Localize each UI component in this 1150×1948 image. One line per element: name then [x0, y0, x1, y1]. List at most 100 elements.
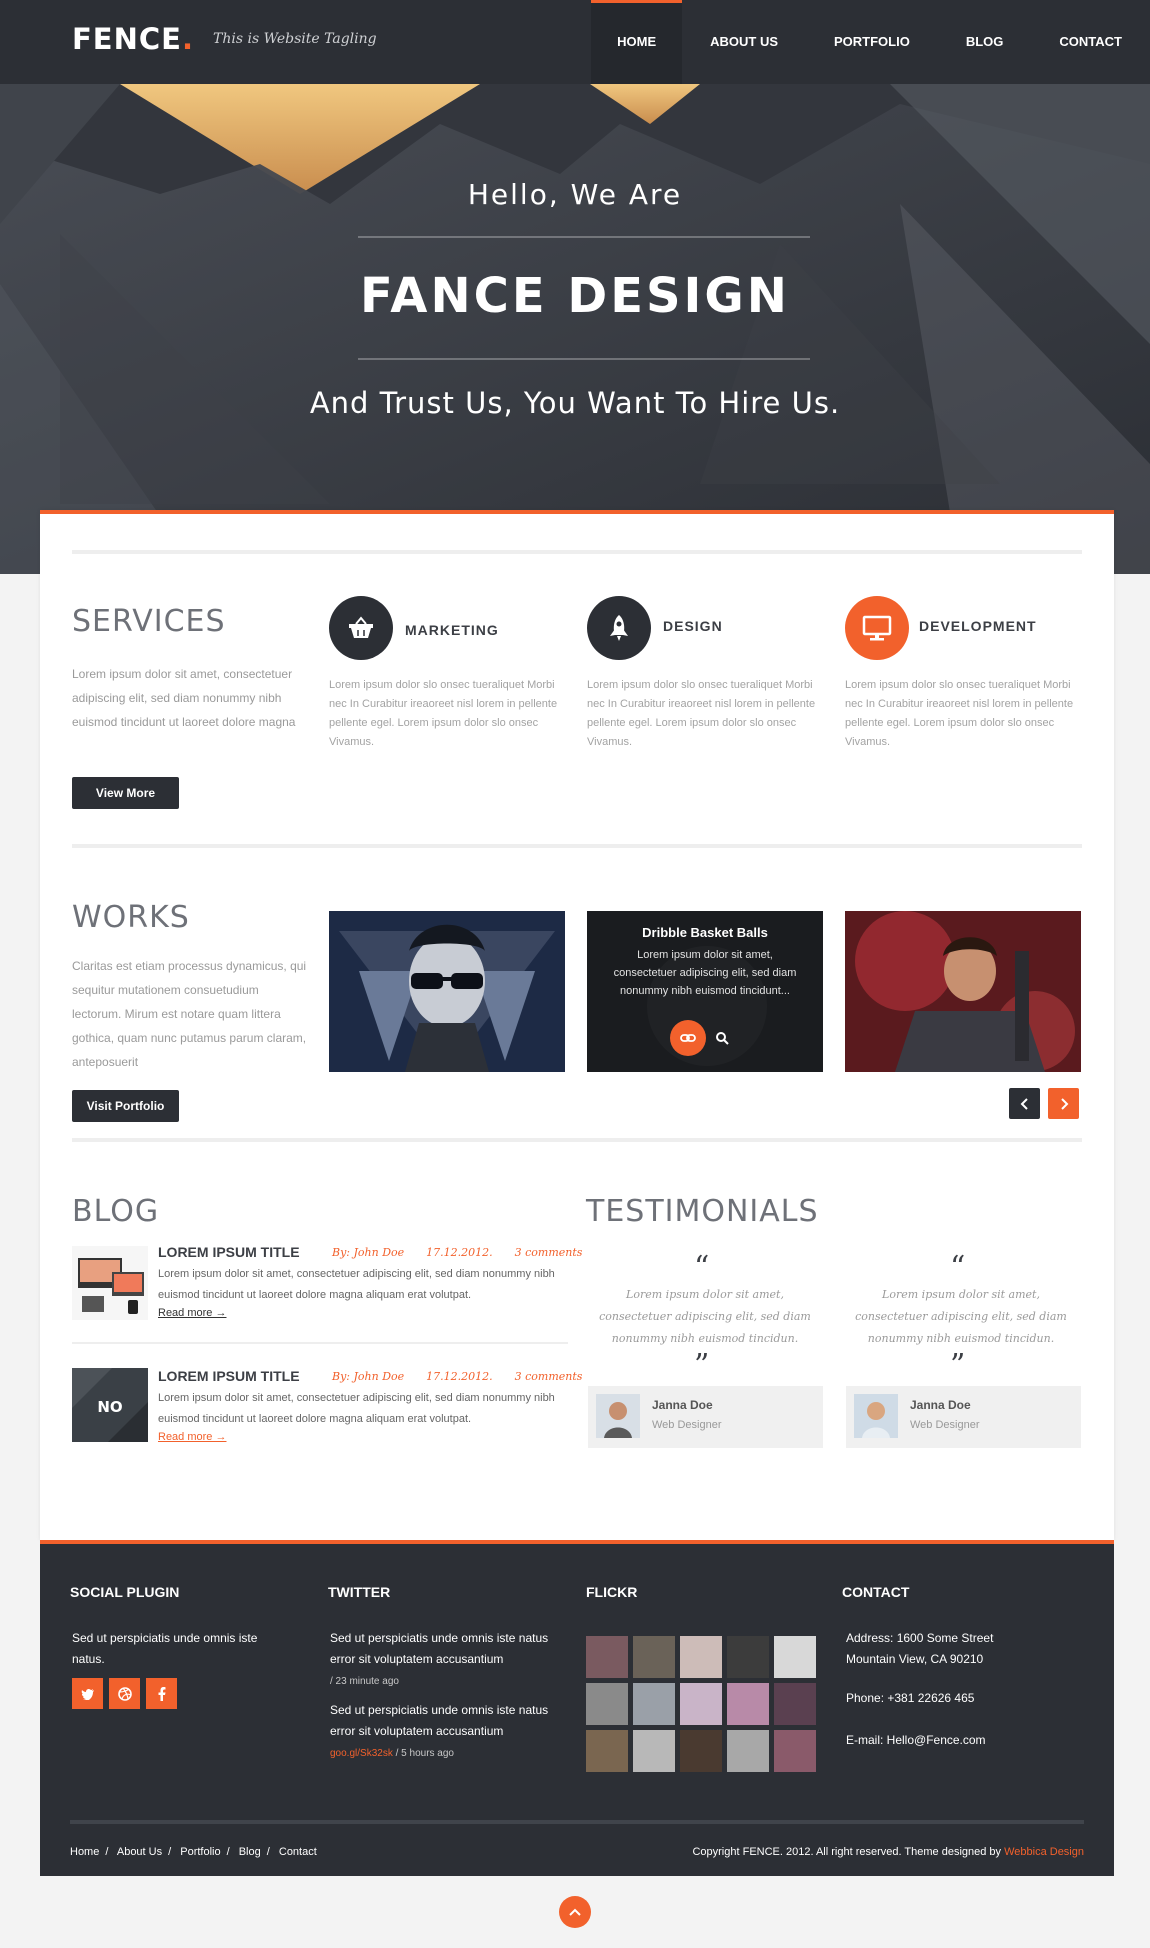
blog-post-thumbnail[interactable]: NO	[72, 1368, 148, 1442]
testimonial-name: Janna Doe	[910, 1398, 971, 1412]
blog-title: BLOG	[72, 1194, 160, 1229]
testimonial-author: Janna Doe Web Designer	[846, 1386, 1081, 1448]
close-quote-icon: ”	[694, 1348, 710, 1383]
flickr-photo[interactable]	[727, 1636, 769, 1678]
flickr-photo[interactable]	[586, 1636, 628, 1678]
contact-address: Address: 1600 Some Street Mountain View, …	[846, 1631, 994, 1666]
portrait-sunglasses-image	[329, 911, 565, 1072]
contact-email[interactable]: E-mail: Hello@Fence.com	[846, 1730, 986, 1751]
services-description: Lorem ipsum dolor sit amet, consectetuer…	[72, 667, 296, 729]
main-nav: HOME ABOUT US PORTFOLIO BLOG CONTACT	[591, 0, 1150, 84]
testimonials-title: TESTIMONIALS	[586, 1194, 819, 1229]
portfolio-item-description: Lorem ipsum dolor sit amet, consectetuer…	[613, 949, 797, 997]
close-quote-icon: ”	[950, 1348, 966, 1383]
dribbble-social-button[interactable]	[109, 1678, 140, 1709]
flickr-photo[interactable]	[774, 1683, 816, 1725]
monitor-icon	[862, 615, 892, 641]
nav-contact[interactable]: CONTACT	[1031, 0, 1150, 84]
flickr-photo[interactable]	[633, 1730, 675, 1772]
footer-nav-blog[interactable]: Blog	[239, 1846, 261, 1858]
portfolio-item-3[interactable]	[845, 911, 1081, 1072]
flickr-photo[interactable]	[633, 1683, 675, 1725]
flickr-photo[interactable]	[680, 1683, 722, 1725]
site-tagline: This is Website Tagling	[213, 31, 377, 47]
flickr-photo[interactable]	[586, 1730, 628, 1772]
flickr-photo[interactable]	[774, 1730, 816, 1772]
open-quote-icon: “	[694, 1250, 710, 1285]
dribbble-icon	[117, 1686, 132, 1701]
facebook-social-button[interactable]	[146, 1678, 177, 1709]
blog-post-title[interactable]: LOREM IPSUM TITLE	[158, 1244, 300, 1260]
services-title: SERVICES	[72, 604, 226, 639]
basket-icon	[349, 616, 373, 638]
view-more-button[interactable]: View More	[72, 777, 179, 809]
copyright-text: Copyright FENCE. 2012. All right reserve…	[692, 1846, 1084, 1858]
rocket-icon	[610, 615, 628, 641]
flickr-photo[interactable]	[680, 1730, 722, 1772]
link-button[interactable]	[670, 1020, 706, 1056]
designer-link[interactable]: Webbica Design	[1004, 1846, 1084, 1858]
svg-text:NO: NO	[97, 1398, 122, 1416]
testimonial-role: Web Designer	[652, 1419, 722, 1431]
section-divider	[72, 844, 1082, 848]
nav-about-us[interactable]: ABOUT US	[682, 0, 806, 84]
geometric-thumbnail-image: NO	[72, 1368, 148, 1442]
armored-soldier-image	[845, 911, 1081, 1072]
post-divider	[72, 1342, 568, 1344]
footer-twitter-title: TWITTER	[328, 1584, 391, 1600]
footer-nav-portfolio[interactable]: Portfolio	[180, 1846, 220, 1858]
tweet-link[interactable]: goo.gl/Sk32sk	[330, 1748, 393, 1759]
blog-post-thumbnail[interactable]	[72, 1246, 148, 1320]
scroll-to-top-button[interactable]	[559, 1896, 591, 1928]
read-more-link[interactable]: Read more →	[158, 1307, 226, 1319]
flickr-photo[interactable]	[727, 1683, 769, 1725]
chevron-up-icon	[569, 1908, 581, 1916]
nav-portfolio[interactable]: PORTFOLIO	[806, 0, 938, 84]
footer-flickr-title: FLICKR	[586, 1584, 638, 1600]
design-service-icon	[587, 596, 651, 660]
zoom-button[interactable]	[704, 1020, 740, 1056]
nav-home[interactable]: HOME	[591, 0, 683, 84]
visit-portfolio-button[interactable]: Visit Portfolio	[72, 1090, 179, 1122]
portfolio-item-2[interactable]: Dribble Basket Balls Lorem ipsum dolor s…	[587, 911, 823, 1072]
tweet-1: Sed ut perspiciatis unde omnis iste natu…	[330, 1631, 549, 1687]
chevron-right-icon	[1060, 1097, 1068, 1110]
footer-nav-contact[interactable]: Contact	[279, 1846, 317, 1858]
portfolio-item-1[interactable]	[329, 911, 565, 1072]
twitter-social-button[interactable]	[72, 1678, 103, 1709]
development-service-icon	[845, 596, 909, 660]
site-logo[interactable]: FENCE.	[72, 22, 194, 56]
portfolio-prev-button[interactable]	[1009, 1088, 1040, 1119]
service-title-development: DEVELOPMENT	[919, 618, 1037, 634]
top-navigation-bar: FENCE. This is Website Tagling HOME ABOU…	[0, 0, 1150, 84]
flickr-photo[interactable]	[586, 1683, 628, 1725]
hero-divider	[358, 236, 810, 238]
footer-nav-home[interactable]: Home	[70, 1846, 99, 1858]
blog-post-excerpt: Lorem ipsum dolor sit amet, consectetuer…	[158, 1268, 555, 1301]
site-footer: SOCIAL PLUGIN Sed ut perspiciatis unde o…	[40, 1540, 1114, 1876]
content-card: SERVICES Lorem ipsum dolor sit amet, con…	[40, 510, 1114, 1540]
service-title-marketing: MARKETING	[405, 622, 499, 638]
service-text-development: Lorem ipsum dolor slo onsec tueraliquet …	[845, 679, 1074, 748]
blog-post-excerpt: Lorem ipsum dolor sit amet, consectetuer…	[158, 1392, 555, 1425]
flickr-photo[interactable]	[680, 1636, 722, 1678]
footer-contact-title: CONTACT	[842, 1584, 910, 1600]
facebook-icon	[158, 1686, 165, 1701]
portfolio-next-button[interactable]	[1048, 1088, 1079, 1119]
nav-blog[interactable]: BLOG	[938, 0, 1032, 84]
hero-hello: Hello, We Are	[467, 178, 683, 211]
service-title-design: DESIGN	[663, 618, 723, 634]
read-more-link[interactable]: Read more →	[158, 1431, 226, 1443]
flickr-gallery	[586, 1636, 822, 1772]
footer-nav-about-us[interactable]: About Us	[117, 1846, 162, 1858]
search-icon	[716, 1032, 729, 1045]
flickr-photo[interactable]	[774, 1636, 816, 1678]
hero-divider	[358, 358, 810, 360]
blog-post-title[interactable]: LOREM IPSUM TITLE	[158, 1368, 300, 1384]
testimonial-author: Janna Doe Web Designer	[588, 1386, 823, 1448]
portfolio-item-title: Dribble Basket Balls	[642, 925, 768, 940]
hero-banner: Hello, We Are FANCE DESIGN And Trust Us,…	[0, 84, 1150, 574]
portfolio-hover-overlay: Dribble Basket Balls Lorem ipsum dolor s…	[587, 911, 823, 1072]
flickr-photo[interactable]	[727, 1730, 769, 1772]
flickr-photo[interactable]	[633, 1636, 675, 1678]
